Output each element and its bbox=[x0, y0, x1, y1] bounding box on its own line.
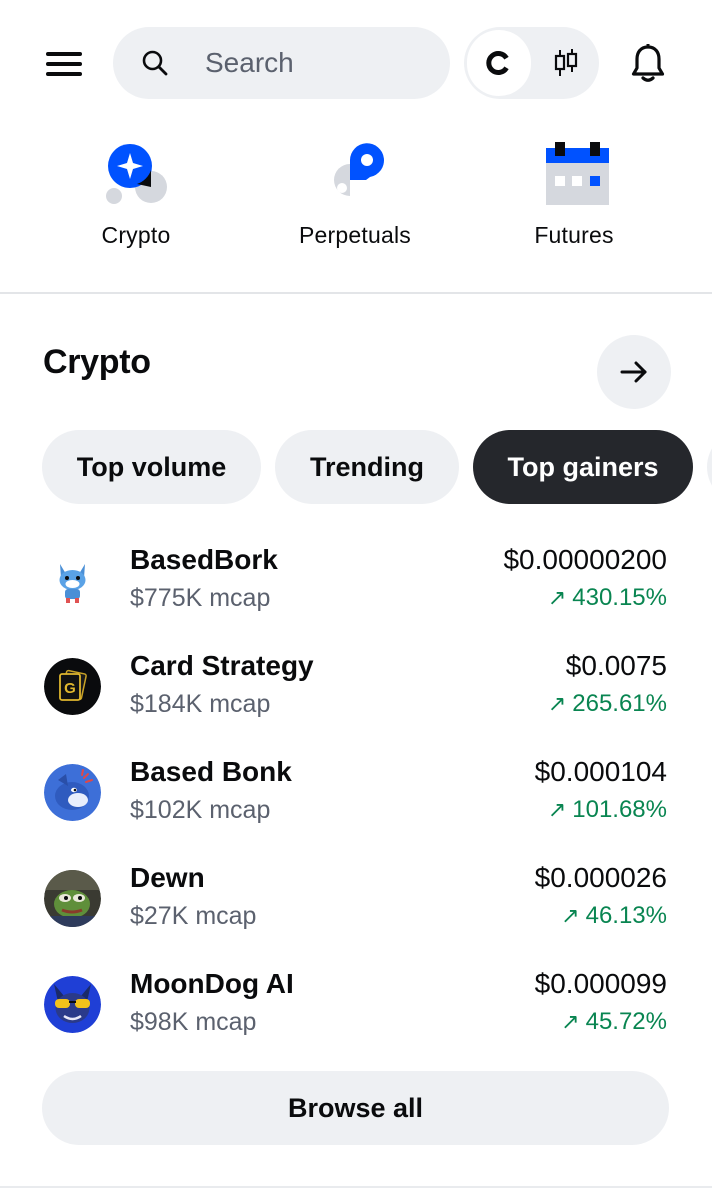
asset-row-card-strategy[interactable]: G Card Strategy $184K mcap $0.0075 ↗ 265.… bbox=[0, 636, 712, 736]
hamburger-menu-icon[interactable] bbox=[40, 45, 88, 81]
basedbork-avatar bbox=[44, 552, 101, 609]
asset-mcap: $27K mcap bbox=[130, 902, 257, 930]
asset-change-value: 265.61% bbox=[572, 690, 667, 717]
chip-top-volume[interactable]: Top volume bbox=[42, 430, 261, 504]
asset-change: ↗ 430.15% bbox=[548, 584, 667, 612]
asset-mcap: $102K mcap bbox=[130, 796, 271, 824]
trend-up-icon: ↗ bbox=[561, 903, 580, 928]
product-categories: Crypto Perpetuals Futures bbox=[0, 140, 712, 260]
chip-more[interactable] bbox=[707, 430, 712, 504]
asset-change: ↗ 46.13% bbox=[561, 902, 667, 930]
asset-price: $0.000104 bbox=[534, 756, 667, 787]
moondog-ai-avatar bbox=[44, 976, 101, 1033]
asset-price: $0.000026 bbox=[534, 862, 667, 893]
crypto-sparkle-icon bbox=[106, 144, 167, 204]
chip-top-gainers[interactable]: Top gainers bbox=[473, 430, 693, 504]
asset-row-based-bonk[interactable]: Based Bonk $102K mcap $0.000104 ↗ 101.68% bbox=[0, 742, 712, 842]
category-label-futures: Futures bbox=[534, 222, 614, 248]
asset-name: Based Bonk bbox=[130, 756, 292, 787]
asset-price: $0.000099 bbox=[534, 968, 667, 999]
asset-row-moondog-ai[interactable]: MoonDog AI $98K mcap $0.000099 ↗ 45.72% bbox=[0, 954, 712, 1054]
advanced-mode-button[interactable] bbox=[536, 30, 596, 96]
candlestick-chart-icon bbox=[554, 49, 578, 76]
section-title: Crypto bbox=[43, 343, 151, 381]
asset-change-value: 45.72% bbox=[585, 1008, 667, 1035]
asset-name: Card Strategy bbox=[130, 650, 314, 681]
notifications-button[interactable] bbox=[624, 41, 672, 85]
category-crypto[interactable]: Crypto bbox=[36, 140, 236, 260]
coinbase-mode-button[interactable] bbox=[467, 30, 531, 96]
asset-mcap: $184K mcap bbox=[130, 690, 271, 718]
based-bonk-avatar bbox=[44, 764, 101, 821]
category-perpetuals[interactable]: Perpetuals bbox=[255, 140, 455, 260]
category-label-perpetuals: Perpetuals bbox=[299, 222, 411, 248]
asset-price: $0.00000200 bbox=[503, 544, 667, 575]
trend-up-icon: ↗ bbox=[561, 1009, 580, 1034]
bottom-divider bbox=[0, 1186, 712, 1188]
mode-toggle bbox=[464, 27, 599, 99]
asset-price: $0.0075 bbox=[565, 650, 667, 681]
asset-mcap: $775K mcap bbox=[130, 584, 271, 612]
dewn-avatar bbox=[44, 870, 101, 927]
filter-chips: Top volume Trending Top gainers bbox=[42, 430, 712, 504]
asset-row-dewn[interactable]: Dewn $27K mcap $0.000026 ↗ 46.13% bbox=[0, 848, 712, 948]
card-strategy-avatar: G bbox=[44, 658, 101, 715]
coinbase-logo-icon bbox=[486, 51, 509, 75]
asset-name: Dewn bbox=[130, 862, 205, 893]
asset-change-value: 430.15% bbox=[572, 584, 667, 611]
arrow-right-icon bbox=[620, 361, 647, 383]
asset-row-basedbork[interactable]: BasedBork $775K mcap $0.00000200 ↗ 430.15… bbox=[0, 530, 712, 630]
chip-trending[interactable]: Trending bbox=[275, 430, 459, 504]
section-divider bbox=[0, 292, 712, 294]
see-all-arrow-button[interactable] bbox=[597, 335, 671, 409]
asset-change-value: 46.13% bbox=[585, 902, 667, 929]
category-label-crypto: Crypto bbox=[101, 222, 171, 248]
asset-name: MoonDog AI bbox=[130, 968, 294, 999]
search-input[interactable]: Search bbox=[113, 27, 450, 99]
asset-change: ↗ 101.68% bbox=[548, 796, 667, 824]
asset-change: ↗ 265.61% bbox=[548, 690, 667, 718]
trend-up-icon: ↗ bbox=[547, 691, 567, 716]
search-icon bbox=[142, 50, 168, 76]
futures-calendar-icon bbox=[546, 142, 609, 205]
bell-icon bbox=[631, 44, 665, 82]
asset-name: BasedBork bbox=[130, 544, 278, 575]
top-bar: Search bbox=[0, 27, 712, 99]
browse-all-button[interactable]: Browse all bbox=[42, 1071, 669, 1145]
perpetuals-icon bbox=[334, 143, 384, 196]
trend-up-icon: ↗ bbox=[547, 797, 567, 822]
trend-up-icon: ↗ bbox=[547, 585, 567, 610]
asset-change-value: 101.68% bbox=[572, 796, 667, 823]
category-futures[interactable]: Futures bbox=[474, 140, 674, 260]
asset-change: ↗ 45.72% bbox=[561, 1008, 667, 1036]
svg-text:G: G bbox=[64, 680, 76, 697]
asset-mcap: $98K mcap bbox=[130, 1008, 257, 1036]
search-placeholder: Search bbox=[205, 47, 294, 78]
